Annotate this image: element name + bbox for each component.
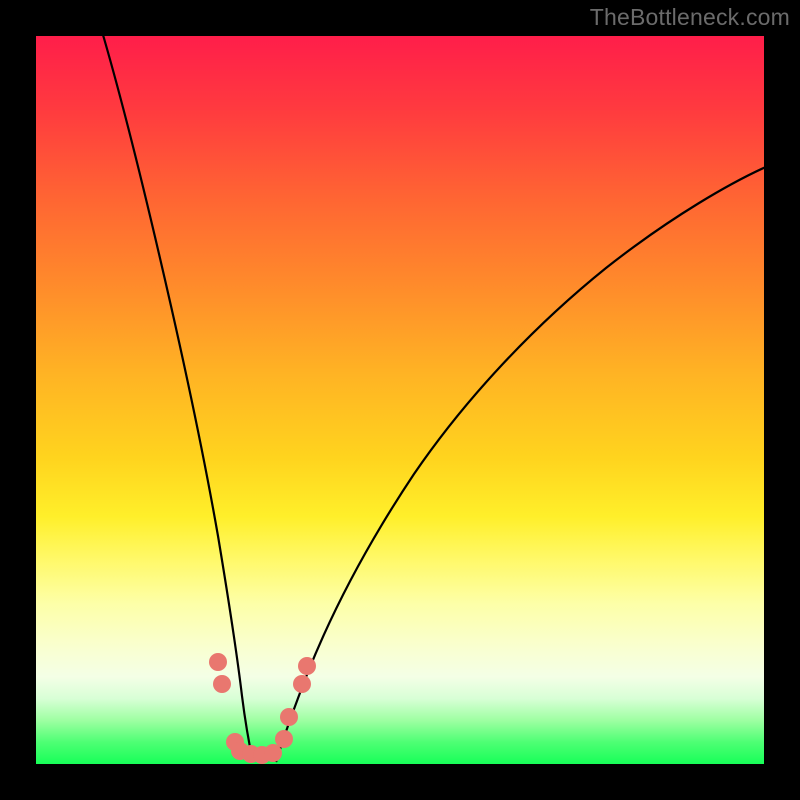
marker: [298, 657, 316, 675]
marker: [275, 730, 293, 748]
marker: [213, 675, 231, 693]
markers: [209, 653, 316, 764]
watermark-text: TheBottleneck.com: [590, 4, 790, 31]
marker: [264, 744, 282, 762]
plot-area: [36, 36, 764, 764]
chart-frame: TheBottleneck.com: [0, 0, 800, 800]
marker: [209, 653, 227, 671]
marker: [280, 708, 298, 726]
curve-right: [276, 166, 768, 762]
marker: [293, 675, 311, 693]
curve-left: [101, 28, 253, 762]
chart-overlay: [36, 36, 764, 764]
